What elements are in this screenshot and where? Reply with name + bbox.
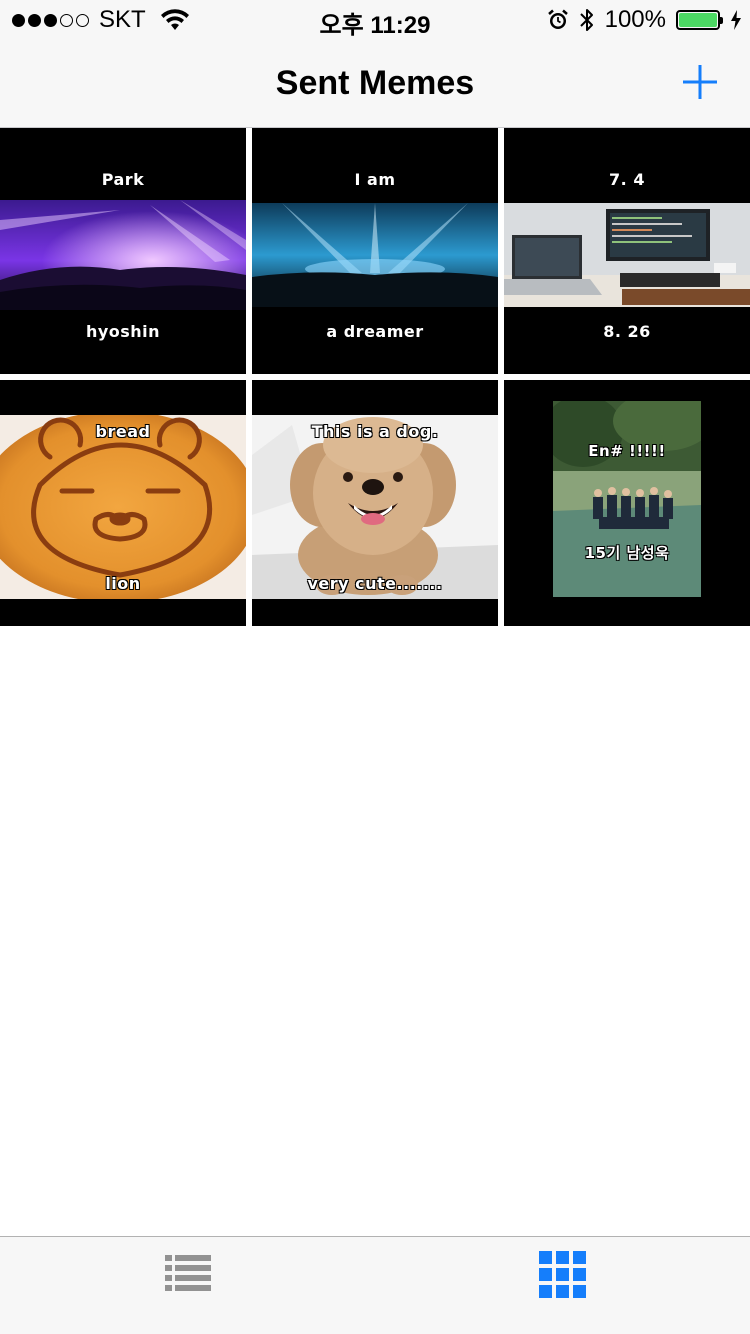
blue-concert-photo bbox=[252, 203, 498, 307]
purple-concert-photo bbox=[0, 200, 246, 310]
meme-cell[interactable]: I am a dreamer bbox=[252, 128, 498, 374]
charging-bolt-icon bbox=[731, 10, 741, 30]
bluetooth-icon bbox=[579, 9, 593, 31]
laptop-desk-photo bbox=[504, 203, 750, 307]
meme-cell[interactable]: This is a dog. very cute....... bbox=[252, 380, 498, 626]
group-photo bbox=[553, 401, 701, 597]
meme-top-text: I am bbox=[354, 170, 396, 189]
page-title: Sent Memes bbox=[275, 64, 475, 102]
meme-bottom-text: 15기 남성욱 bbox=[584, 544, 670, 562]
meme-cell[interactable]: En# !!!!! 15기 남성욱 bbox=[504, 380, 750, 626]
meme-cell[interactable]: 7. 4 8. 26 bbox=[504, 128, 750, 374]
meme-top-text: bread bbox=[95, 422, 151, 441]
alarm-icon bbox=[547, 9, 568, 29]
grid-icon[interactable] bbox=[537, 1249, 589, 1301]
meme-top-text: Park bbox=[101, 170, 145, 189]
meme-bottom-text: very cute....... bbox=[307, 574, 443, 593]
meme-bottom-text: 8. 26 bbox=[603, 322, 651, 341]
navigation-bar: Sent Memes bbox=[0, 40, 750, 128]
meme-top-text: 7. 4 bbox=[609, 170, 645, 189]
meme-cell[interactable]: Park hyoshin bbox=[0, 128, 246, 374]
bear-latte-photo bbox=[0, 415, 246, 599]
meme-top-text: En# !!!!! bbox=[588, 442, 666, 460]
meme-bottom-text: lion bbox=[105, 574, 141, 593]
list-icon[interactable] bbox=[163, 1249, 215, 1301]
status-bar: SKT 오후 11:29 100% bbox=[0, 0, 750, 40]
meme-bottom-text: a dreamer bbox=[326, 322, 424, 341]
battery-icon bbox=[676, 10, 723, 30]
add-meme-button[interactable] bbox=[680, 62, 720, 102]
meme-bottom-text: hyoshin bbox=[85, 322, 161, 341]
status-right: 100% bbox=[547, 6, 742, 34]
battery-percentage: 100% bbox=[604, 6, 666, 33]
meme-top-text: This is a dog. bbox=[311, 422, 439, 441]
meme-cell[interactable]: bread lion bbox=[0, 380, 246, 626]
tab-bar bbox=[0, 1236, 750, 1334]
poodle-photo bbox=[252, 415, 498, 599]
